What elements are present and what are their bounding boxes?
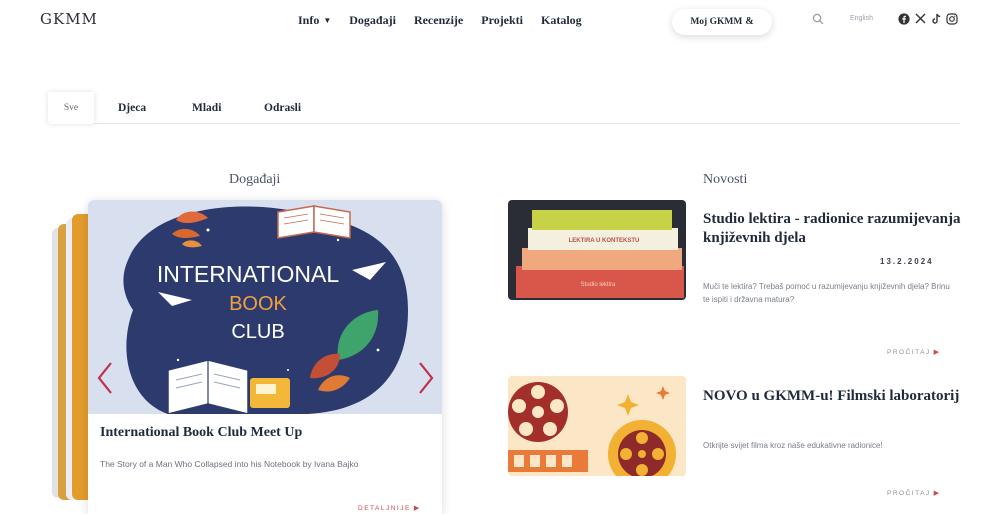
event-image-line: BOOK <box>229 293 287 315</box>
main-nav: Info ▼ Događaji Recenzije Projekti Katalo… <box>298 13 600 28</box>
news-heading: Novosti <box>703 172 748 187</box>
tab-sve[interactable]: Sve <box>48 92 94 124</box>
tab-mladi[interactable]: Mladi <box>192 92 221 124</box>
carousel-prev-icon[interactable] <box>96 360 114 396</box>
news-title[interactable]: NOVO u GKMM-u! Filmski laboratorij <box>703 387 963 406</box>
nav-item-recenzije[interactable]: Recenzije <box>414 13 463 28</box>
event-details-link[interactable]: DETALJNIJE ▶ <box>358 504 419 512</box>
news-read-label: PROČITAJ <box>887 490 931 497</box>
site-logo[interactable]: GKMM <box>40 10 98 28</box>
news-date: 13.2.2024 <box>880 257 934 266</box>
search-icon[interactable] <box>812 13 824 25</box>
event-image-line: INTERNATIONAL <box>157 261 340 287</box>
event-image-line: CLUB <box>231 321 284 343</box>
news-image[interactable]: LEKTIRA U KONTEKSTU Studio lektira <box>508 200 686 300</box>
tab-odrasli[interactable]: Odrasli <box>264 92 301 124</box>
event-title[interactable]: International Book Club Meet Up <box>100 425 302 441</box>
event-image: INTERNATIONAL BOOK CLUB <box>88 200 442 414</box>
nav-item-info[interactable]: Info ▼ <box>298 13 331 28</box>
caret-right-icon: ▶ <box>413 505 420 512</box>
my-account-label: Moj GKMM <box>690 17 743 27</box>
nav-item-label: Info <box>298 13 320 27</box>
news-image-caption: Studio lektira <box>581 282 616 288</box>
news-read-link[interactable]: PROČITAJ ▶ <box>887 348 939 356</box>
nav-item-katalog[interactable]: Katalog <box>541 13 582 28</box>
carousel-next-icon[interactable] <box>417 360 435 396</box>
news-read-link[interactable]: PROČITAJ ▶ <box>887 489 939 497</box>
tab-djeca[interactable]: Djeca <box>118 92 146 124</box>
caret-right-icon: ▶ <box>933 490 940 497</box>
news-image-caption: LEKTIRA U KONTEKSTU <box>569 238 640 244</box>
site-header: GKMM Info ▼ Događaji Recenzije Projekti K… <box>0 0 994 42</box>
news-read-label: PROČITAJ <box>887 349 931 356</box>
event-description: The Story of a Man Who Collapsed into hi… <box>100 459 359 469</box>
social-links <box>898 12 958 25</box>
news-excerpt: Otkrijte svijet filma kroz naše edukativ… <box>703 441 883 450</box>
instagram-icon[interactable] <box>946 12 958 25</box>
tiktok-icon[interactable] <box>930 12 942 25</box>
x-icon[interactable] <box>914 12 926 25</box>
news-excerpt: Muči te lektira? Trebaš pomoć u razumije… <box>703 282 950 304</box>
language-switch[interactable]: English <box>850 15 873 22</box>
chevron-down-icon: ▼ <box>323 16 332 25</box>
caret-right-icon: ▶ <box>933 349 940 356</box>
news-title[interactable]: Studio lektira - radionice razumijevanja… <box>703 210 963 248</box>
user-icon: & <box>745 16 754 27</box>
event-details-label: DETALJNIJE <box>358 505 411 512</box>
event-card[interactable]: INTERNATIONAL BOOK CLUB International Bo… <box>88 200 442 514</box>
news-image[interactable] <box>508 376 686 476</box>
facebook-icon[interactable] <box>898 12 910 25</box>
nav-item-projekti[interactable]: Projekti <box>481 13 523 28</box>
events-heading: Događaji <box>229 172 281 187</box>
nav-item-dogadaji[interactable]: Događaji <box>349 13 396 28</box>
audience-tabs: Sve Djeca Mladi Odrasli <box>48 92 960 124</box>
my-account-button[interactable]: Moj GKMM & <box>672 9 772 35</box>
